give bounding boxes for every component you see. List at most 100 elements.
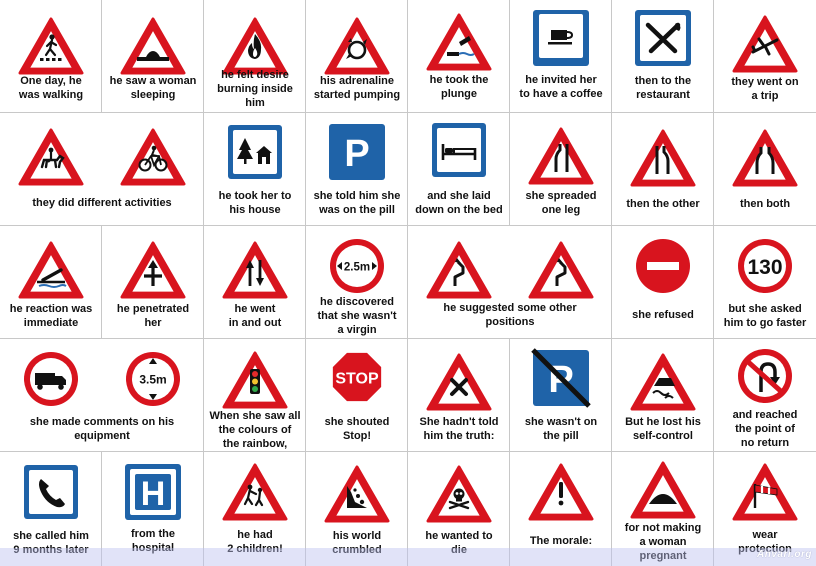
speed-limit-icon: 130 <box>725 226 805 306</box>
grid-col-divider <box>509 339 510 452</box>
speed-bump-icon <box>113 4 193 84</box>
caption-both: then both <box>739 198 791 210</box>
grid-col-divider <box>611 0 612 113</box>
priority-crossroad-icon <box>419 340 499 420</box>
falling-rocks-icon <box>317 452 397 532</box>
grid-col-divider <box>203 339 204 452</box>
coffee-cup-icon <box>521 0 601 78</box>
caption-pill: she told him she was on the pill <box>313 190 401 216</box>
caption-activities: they did different activities <box>32 197 172 209</box>
grid-col-divider <box>305 113 306 226</box>
grid-col-divider <box>509 0 510 113</box>
grid-col-divider <box>407 0 408 113</box>
caption-positions: he suggested some other positions <box>443 302 577 328</box>
caption-stop: she shouted Stop! <box>324 416 390 442</box>
stop-text: STOP <box>335 371 379 388</box>
drawbridge-icon <box>11 228 91 308</box>
fork-knife-icon <box>623 0 703 78</box>
caption-virgin: he discovered that she wasn't a virgin <box>317 296 397 336</box>
roundabout-icon <box>317 4 397 84</box>
width-limit-text: 2.5m <box>344 262 370 274</box>
grid-row-divider <box>0 112 816 113</box>
grid-col-divider <box>305 226 306 339</box>
caption-restaurant: then to the restaurant <box>634 75 692 101</box>
grid-col-divider <box>611 226 612 339</box>
double-bend-icon <box>521 228 601 308</box>
caption-rainbow: When she saw all the colours of the rain… <box>209 410 301 450</box>
footer-band <box>0 548 816 566</box>
skull-icon <box>419 452 499 532</box>
width-limit-icon: 2.5m <box>317 226 397 306</box>
crossroad-icon <box>113 228 193 308</box>
slippery-road-icon <box>623 340 703 420</box>
caption-comments: she made comments on his equipment <box>29 416 175 442</box>
no-trucks-icon <box>11 339 91 419</box>
windsock-icon <box>725 450 805 530</box>
caption-morale: The morale: <box>529 535 593 547</box>
stop-icon: STOP <box>317 337 397 417</box>
grid-col-divider <box>713 0 714 113</box>
sign-story-grid: One day, he was walking he saw a woman sl… <box>0 0 816 566</box>
caption-faster: but she asked him to go faster <box>723 303 807 329</box>
hump-icon <box>623 448 703 528</box>
height-limit-icon: 3.5m <box>113 339 193 419</box>
no-parking-icon: P <box>521 338 601 418</box>
forest-house-icon <box>215 112 295 192</box>
grid-col-divider <box>713 113 714 226</box>
traffic-light-icon <box>215 338 295 418</box>
caption-refused: she refused <box>632 309 694 321</box>
height-limit-text: 3.5m <box>139 373 166 387</box>
grid-col-divider <box>407 226 408 339</box>
children-icon <box>215 450 295 530</box>
caption-not-on-pill: she wasn't on the pill <box>524 416 598 442</box>
no-u-turn-icon <box>725 336 805 416</box>
grid-col-divider <box>101 0 102 113</box>
grid-col-divider <box>305 339 306 452</box>
grid-col-divider <box>203 113 204 226</box>
caption-coffee: he invited her to have a coffee <box>519 74 603 100</box>
svg-text:P: P <box>344 133 369 175</box>
no-entry-icon <box>623 226 703 306</box>
caption-sleeping: he saw a woman sleeping <box>109 75 197 101</box>
grid-col-divider <box>713 226 714 339</box>
speed-limit-text: 130 <box>747 256 782 279</box>
caption-in-out: he went in and out <box>228 303 282 329</box>
caption-penetrated: he penetrated her <box>116 303 190 329</box>
grid-col-divider <box>101 226 102 339</box>
bicycle-icon <box>113 115 193 195</box>
exclamation-icon <box>521 450 601 530</box>
grid-col-divider <box>407 339 408 452</box>
road-narrows-left-icon <box>521 114 601 194</box>
caption-plunge: he took the plunge <box>429 74 489 100</box>
pedestrian-crossing-icon <box>11 4 91 84</box>
caption-truth: She hadn't told him the truth: <box>419 416 499 442</box>
grid-col-divider <box>407 113 408 226</box>
hospital-icon: H <box>113 452 193 532</box>
caption-trip: they went on a trip <box>731 76 799 102</box>
double-bend-icon <box>419 228 499 308</box>
airplane-icon <box>725 2 805 82</box>
watermark: Anvari.org <box>756 549 812 560</box>
telephone-icon <box>11 452 91 532</box>
caption-no-return: and reached the point of no return <box>732 409 798 449</box>
two-way-traffic-icon <box>215 228 295 308</box>
grid-col-divider <box>305 0 306 113</box>
hospital-letter: H <box>141 475 166 513</box>
road-narrows-both-icon <box>725 116 805 196</box>
grid-col-divider <box>203 226 204 339</box>
caption-house: he took her to his house <box>218 190 292 216</box>
bed-icon <box>419 110 499 190</box>
caption-walking: One day, he was walking <box>18 75 84 101</box>
caption-desire: he felt desire burning inside him <box>217 69 293 109</box>
caption-reaction: he reaction was immediate <box>9 303 93 329</box>
grid-col-divider <box>611 339 612 452</box>
grid-col-divider <box>203 0 204 113</box>
caption-adrenaline: his adrenaline started pumping <box>313 75 401 101</box>
quayside-icon <box>419 0 499 80</box>
horse-rider-icon <box>11 115 91 195</box>
grid-col-divider <box>611 113 612 226</box>
caption-self-control: But he lost his self-control <box>625 416 701 442</box>
caption-one-leg: she spreaded one leg <box>525 190 597 216</box>
caption-bed: and she laid down on the bed <box>415 190 503 216</box>
grid-col-divider <box>713 339 714 452</box>
